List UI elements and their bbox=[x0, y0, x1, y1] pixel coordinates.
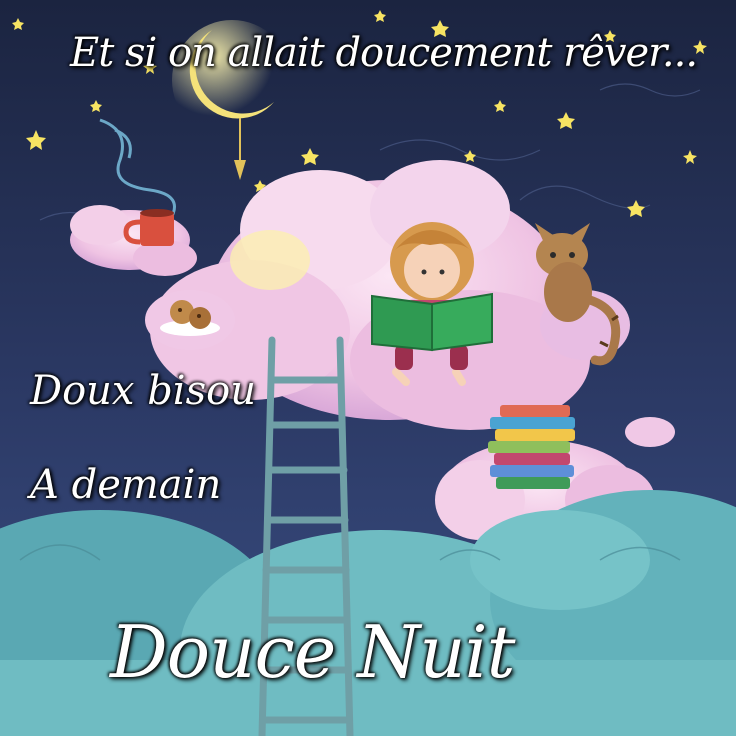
greeting-line-tomorrow: A demain bbox=[30, 462, 222, 508]
greeting-line-kiss: Doux bisou bbox=[30, 368, 256, 414]
greeting-title: Et si on allait doucement rêver... bbox=[70, 30, 698, 76]
greeting-main: Douce Nuit bbox=[110, 610, 516, 694]
greeting-card: Et si on allait doucement rêver... Doux … bbox=[0, 0, 736, 736]
book-stack-icon bbox=[488, 405, 575, 489]
